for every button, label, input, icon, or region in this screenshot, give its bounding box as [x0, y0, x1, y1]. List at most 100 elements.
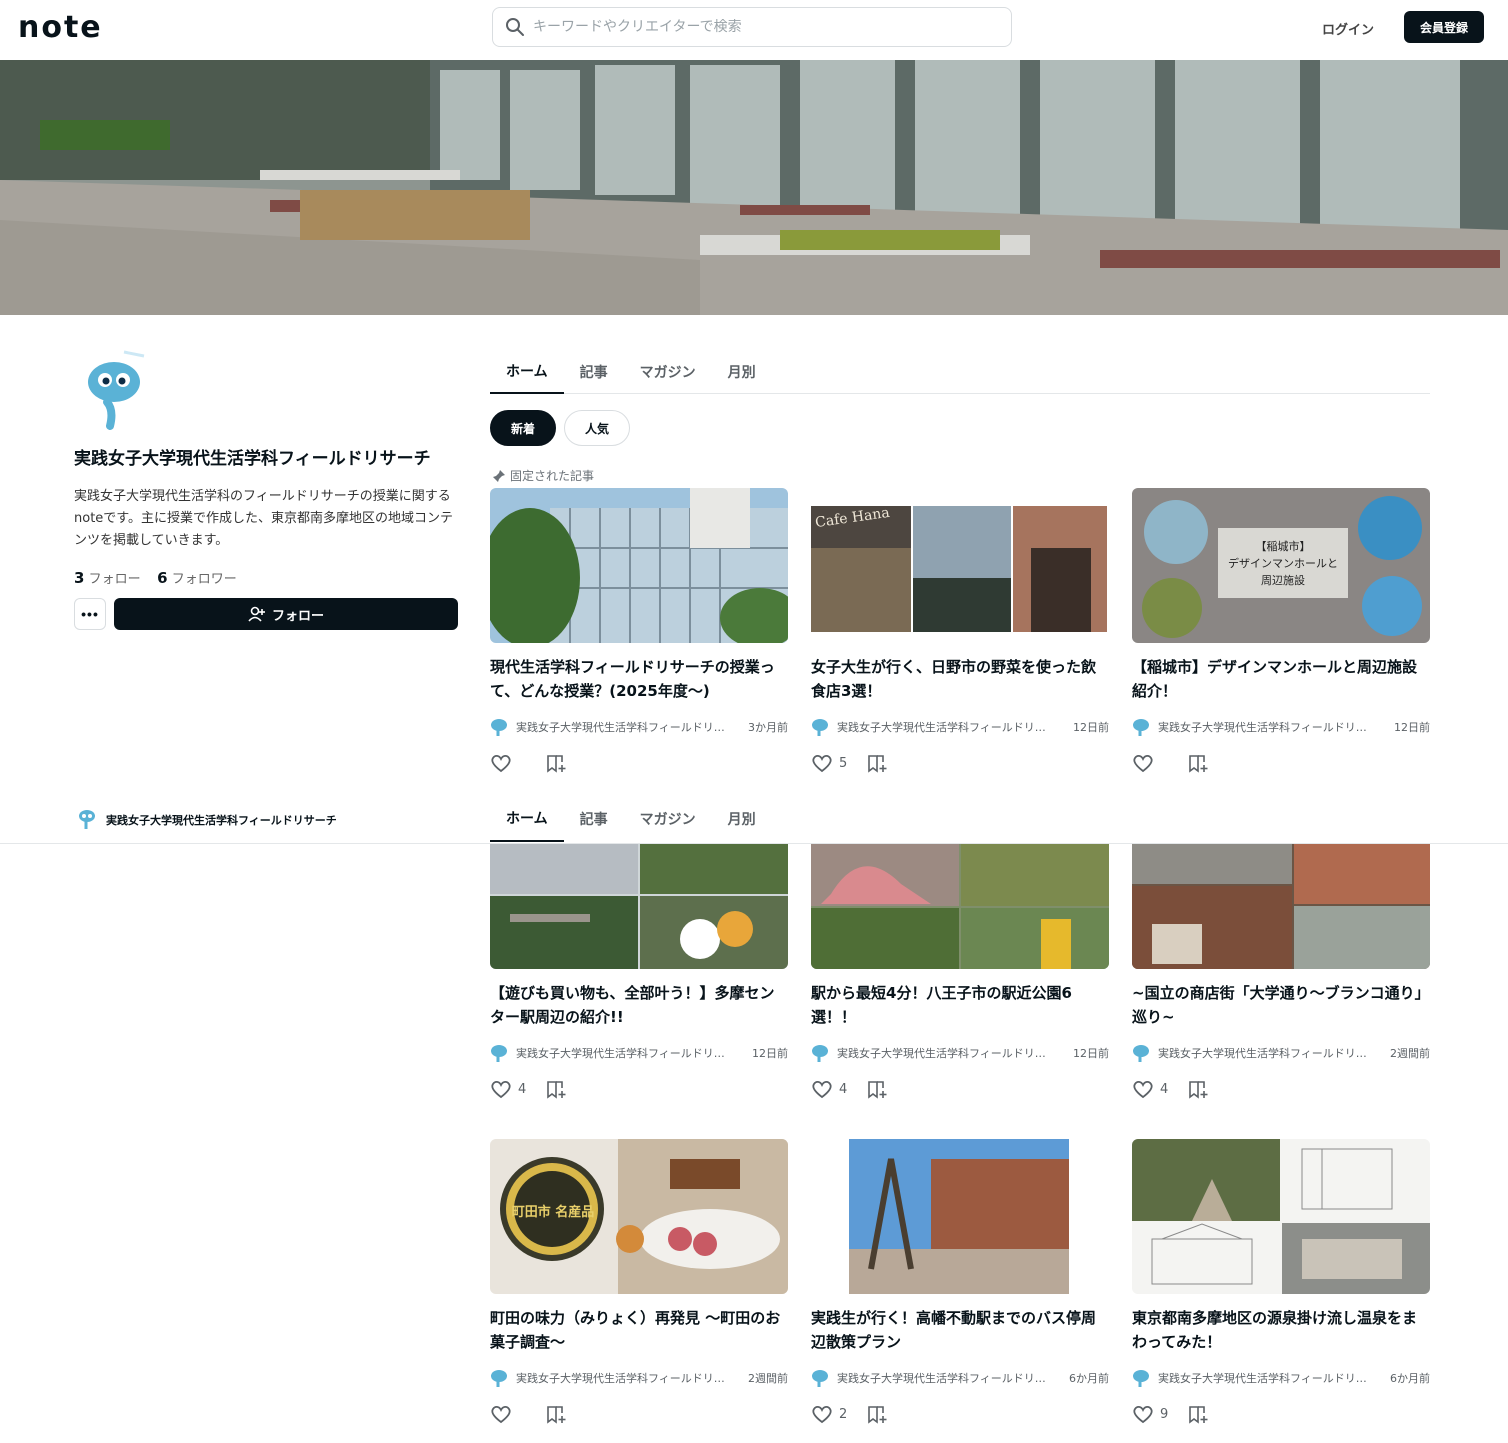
article-title[interactable]: 現代生活学科フィールドリサーチの授業って、どんな授業？(2025年度〜): [490, 655, 788, 703]
heart-icon[interactable]: [811, 1404, 833, 1424]
article-author[interactable]: 実践女子大学現代生活学科フィールドリサーチ: [837, 1045, 1047, 1061]
author-avatar-icon[interactable]: [811, 1368, 829, 1388]
article-title[interactable]: ~国立の商店街「大学通り～ブランコ通り」巡り~: [1132, 981, 1430, 1029]
save-to-magazine-icon[interactable]: [1188, 1079, 1210, 1099]
article-thumbnail[interactable]: 【稲城市】 デザインマンホールと 周辺施設: [1132, 488, 1430, 643]
tab-articles[interactable]: 記事: [564, 796, 624, 842]
mini-avatar-icon[interactable]: [78, 808, 96, 830]
heart-icon[interactable]: [490, 1079, 512, 1099]
sticky-profile-bar: 実践女子大学現代生活学科フィールドリサーチ ホーム 記事 マガジン 月別: [0, 796, 1508, 844]
heart-icon[interactable]: [490, 1404, 512, 1424]
tab-magazines[interactable]: マガジン: [624, 796, 712, 842]
heart-icon[interactable]: [490, 753, 512, 773]
tab-home[interactable]: ホーム: [490, 796, 564, 842]
article-card[interactable]: ~国立の商店街「大学通り～ブランコ通り」巡り~ 実践女子大学現代生活学科フィール…: [1132, 844, 1430, 1101]
tab-articles[interactable]: 記事: [564, 350, 624, 394]
more-options-button[interactable]: •••: [74, 598, 106, 630]
chip-popular[interactable]: 人気: [564, 410, 631, 446]
author-avatar-icon[interactable]: [490, 717, 508, 737]
article-card[interactable]: 東京都南多摩地区の源泉掛け流し温泉をまわってみた！ 実践女子大学現代生活学科フィ…: [1132, 1139, 1430, 1426]
article-thumbnail[interactable]: [490, 844, 788, 969]
article-time: 12日前: [1073, 1047, 1109, 1060]
follower-label[interactable]: フォロワー: [172, 572, 237, 587]
article-title[interactable]: 【遊びも買い物も、全部叶う！】多摩センター駅周辺の紹介!!: [490, 981, 788, 1029]
author-avatar-icon[interactable]: [490, 1368, 508, 1388]
sticky-profile-name[interactable]: 実践女子大学現代生活学科フィールドリサーチ: [106, 812, 337, 828]
sticky-tabs: ホーム 記事 マガジン 月別: [490, 796, 1430, 842]
save-to-magazine-icon[interactable]: [867, 1079, 889, 1099]
tab-home[interactable]: ホーム: [490, 350, 564, 394]
article-title[interactable]: 東京都南多摩地区の源泉掛け流し温泉をまわってみた！: [1132, 1306, 1430, 1354]
follow-count[interactable]: 3: [74, 569, 84, 587]
heart-icon[interactable]: [1132, 753, 1154, 773]
article-card[interactable]: 駅から最短4分！八王子市の駅近公園6選！！ 実践女子大学現代生活学科フィールドリ…: [811, 844, 1109, 1101]
article-card[interactable]: 町田市 名産品 町田の味力（みりょく）再発見 〜町田のお菓子調査〜 実践女子大学…: [490, 1139, 788, 1426]
article-time: 3か月前: [748, 721, 788, 734]
save-to-magazine-icon[interactable]: [1188, 1404, 1210, 1424]
pin-icon: [493, 469, 505, 482]
profile-avatar[interactable]: [80, 350, 148, 430]
article-title[interactable]: 町田の味力（みりょく）再発見 〜町田のお菓子調査〜: [490, 1306, 788, 1354]
sort-chips: 新着 人気: [490, 410, 631, 446]
article-card[interactable]: 実践生が行く！高幡不動駅までのバス停周辺散策プラン 実践女子大学現代生活学科フィ…: [811, 1139, 1109, 1426]
article-title[interactable]: 実践生が行く！高幡不動駅までのバス停周辺散策プラン: [811, 1306, 1109, 1354]
tab-monthly[interactable]: 月別: [712, 350, 772, 394]
search-icon: [506, 18, 524, 36]
article-author[interactable]: 実践女子大学現代生活学科フィールドリサーチ: [1158, 1370, 1368, 1386]
article-title[interactable]: 女子大生が行く、日野市の野菜を使った飲食店3選！: [811, 655, 1109, 703]
article-author[interactable]: 実践女子大学現代生活学科フィールドリサーチ: [1158, 1045, 1368, 1061]
login-button[interactable]: ログイン: [1310, 14, 1386, 42]
save-to-magazine-icon[interactable]: [1188, 753, 1210, 773]
search-box[interactable]: [492, 7, 1012, 47]
follow-label[interactable]: フォロー: [89, 572, 141, 587]
article-author[interactable]: 実践女子大学現代生活学科フィールドリサーチ: [1158, 719, 1368, 735]
save-to-magazine-icon[interactable]: [867, 1404, 889, 1424]
author-avatar-icon[interactable]: [1132, 1043, 1150, 1063]
profile-tabs: ホーム 記事 マガジン 月別: [490, 350, 1430, 394]
heart-icon[interactable]: [811, 1079, 833, 1099]
article-thumbnail[interactable]: Cafe Hana: [811, 488, 1109, 643]
search-input[interactable]: [533, 19, 973, 35]
author-avatar-icon[interactable]: [811, 717, 829, 737]
article-time: 12日前: [1073, 721, 1109, 734]
author-avatar-icon[interactable]: [1132, 1368, 1150, 1388]
article-thumbnail[interactable]: [1132, 1139, 1430, 1294]
chip-newest[interactable]: 新着: [490, 410, 557, 446]
heart-icon[interactable]: [1132, 1079, 1154, 1099]
follower-count[interactable]: 6: [157, 569, 167, 587]
article-author[interactable]: 実践女子大学現代生活学科フィールドリサーチ: [837, 1370, 1047, 1386]
tab-monthly[interactable]: 月別: [712, 796, 772, 842]
article-thumbnail[interactable]: 町田市 名産品: [490, 1139, 788, 1294]
article-thumbnail[interactable]: [811, 844, 1109, 969]
site-header: note ログイン 会員登録: [0, 0, 1508, 60]
tab-magazines[interactable]: マガジン: [624, 350, 712, 394]
save-to-magazine-icon[interactable]: [546, 1079, 568, 1099]
article-actions: 4: [1132, 1077, 1430, 1101]
follow-button[interactable]: フォロー: [114, 598, 458, 630]
article-thumbnail[interactable]: [1132, 844, 1430, 969]
article-author[interactable]: 実践女子大学現代生活学科フィールドリサーチ: [516, 1045, 726, 1061]
article-card[interactable]: 現代生活学科フィールドリサーチの授業って、どんな授業？(2025年度〜) 実践女…: [490, 488, 788, 775]
signup-button[interactable]: 会員登録: [1404, 11, 1484, 43]
save-to-magazine-icon[interactable]: [867, 753, 889, 773]
article-thumbnail[interactable]: [811, 1139, 1109, 1294]
heart-icon[interactable]: [1132, 1404, 1154, 1424]
author-avatar-icon[interactable]: [811, 1043, 829, 1063]
article-card[interactable]: 【遊びも買い物も、全部叶う！】多摩センター駅周辺の紹介!! 実践女子大学現代生活…: [490, 844, 788, 1101]
article-title[interactable]: 【稲城市】デザインマンホールと周辺施設紹介！: [1132, 655, 1430, 703]
article-author[interactable]: 実践女子大学現代生活学科フィールドリサーチ: [837, 719, 1047, 735]
article-card[interactable]: Cafe Hana 女子大生が行く、日野市の野菜を使った飲食店3選！ 実践女子大…: [811, 488, 1109, 775]
like-count: 4: [518, 1081, 527, 1097]
article-author[interactable]: 実践女子大学現代生活学科フィールドリサーチ: [516, 1370, 726, 1386]
article-card[interactable]: 【稲城市】 デザインマンホールと 周辺施設 【稲城市】デザインマンホールと周辺施…: [1132, 488, 1430, 775]
save-to-magazine-icon[interactable]: [546, 1404, 568, 1424]
save-to-magazine-icon[interactable]: [546, 753, 568, 773]
article-title[interactable]: 駅から最短4分！八王子市の駅近公園6選！！: [811, 981, 1109, 1029]
author-avatar-icon[interactable]: [1132, 717, 1150, 737]
author-avatar-icon[interactable]: [490, 1043, 508, 1063]
note-logo[interactable]: note: [18, 10, 103, 45]
article-author[interactable]: 実践女子大学現代生活学科フィールドリサーチ: [516, 719, 726, 735]
article-thumbnail[interactable]: [490, 488, 788, 643]
heart-icon[interactable]: [811, 753, 833, 773]
article-actions: [490, 1402, 788, 1426]
